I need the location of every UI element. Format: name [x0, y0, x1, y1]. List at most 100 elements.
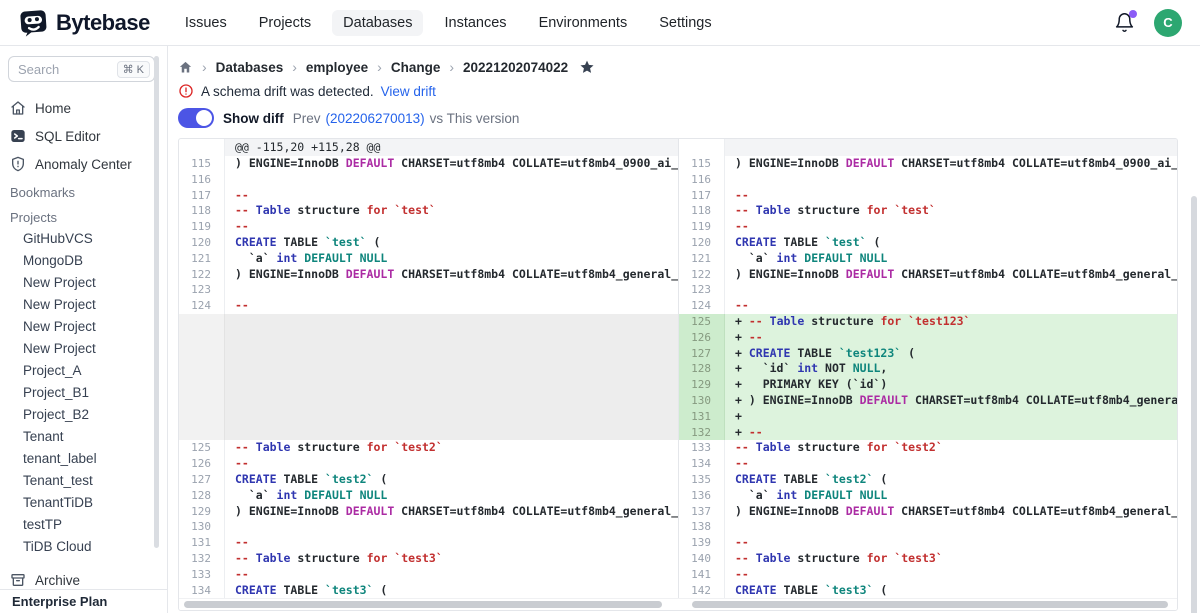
- line-number: 133: [179, 567, 225, 583]
- diff-row: [179, 314, 678, 330]
- diff-row: 127CREATE TABLE `test2` (: [179, 472, 678, 488]
- breadcrumb-separator: ›: [202, 59, 207, 75]
- diff-row: [179, 393, 678, 409]
- code-line: `a` int DEFAULT NULL: [725, 488, 1177, 504]
- sidebar-project-item[interactable]: GitHubVCS: [0, 228, 167, 250]
- search-placeholder: Search: [18, 62, 59, 77]
- code-line: @@ -115,20 +115,28 @@: [225, 139, 678, 156]
- breadcrumb-databases[interactable]: Databases: [216, 60, 284, 75]
- diff-row: 115) ENGINE=InnoDB DEFAULT CHARSET=utf8m…: [179, 156, 678, 172]
- line-number: 120: [179, 235, 225, 251]
- sidebar-project-item[interactable]: New Project: [0, 272, 167, 294]
- home-icon: [10, 100, 26, 116]
- nav-item-issues[interactable]: Issues: [174, 10, 238, 36]
- sidebar-project-item[interactable]: Project_A: [0, 360, 167, 382]
- diff-column-previous: @@ -115,20 +115,28 @@115) ENGINE=InnoDB …: [179, 139, 678, 598]
- sidebar-project-item[interactable]: TiDB Cloud: [0, 536, 167, 558]
- nav-item-databases[interactable]: Databases: [332, 10, 423, 36]
- line-number: 141: [679, 567, 725, 583]
- show-diff-toggle[interactable]: [178, 108, 214, 128]
- nav-item-instances[interactable]: Instances: [433, 10, 517, 36]
- breadcrumb-change[interactable]: Change: [391, 60, 441, 75]
- nav-item-environments[interactable]: Environments: [528, 10, 639, 36]
- code-line: -- Table structure for `test`: [225, 203, 678, 219]
- schema-diff-panel: @@ -115,20 +115,28 @@115) ENGINE=InnoDB …: [178, 138, 1178, 611]
- prev-version-link[interactable]: (202206270013): [326, 111, 425, 126]
- diff-row: 122) ENGINE=InnoDB DEFAULT CHARSET=utf8m…: [679, 267, 1177, 283]
- bookmark-star-icon[interactable]: [579, 59, 595, 75]
- notification-badge: [1129, 10, 1137, 18]
- line-number: 123: [679, 282, 725, 298]
- archive-icon: [10, 572, 26, 588]
- sidebar-item-sql-editor[interactable]: SQL Editor: [0, 122, 167, 150]
- diff-row: 141--: [679, 567, 1177, 583]
- plan-badge: Enterprise Plan: [0, 589, 167, 613]
- sidebar-project-item[interactable]: testTP: [0, 514, 167, 536]
- sidebar-project-item[interactable]: New Project: [0, 316, 167, 338]
- code-line: --: [225, 456, 678, 472]
- breadcrumb-home-icon[interactable]: [178, 60, 193, 75]
- code-line: `a` int DEFAULT NULL: [725, 251, 1177, 267]
- user-avatar[interactable]: C: [1154, 9, 1182, 37]
- sidebar-scrollbar[interactable]: [154, 56, 159, 548]
- sidebar-project-item[interactable]: TenantTiDB: [0, 492, 167, 514]
- line-number: 119: [179, 219, 225, 235]
- sidebar-project-item[interactable]: Tenant_test: [0, 470, 167, 492]
- view-drift-link[interactable]: View drift: [381, 84, 436, 99]
- diff-row: 129) ENGINE=InnoDB DEFAULT CHARSET=utf8m…: [179, 504, 678, 520]
- left-horizontal-scrollbar[interactable]: [184, 601, 662, 608]
- show-diff-label: Show diff: [223, 111, 284, 126]
- code-line: [225, 393, 678, 409]
- code-line: + `id` int NOT NULL,: [725, 361, 1177, 377]
- diff-row: 120CREATE TABLE `test` (: [179, 235, 678, 251]
- diff-row: 138: [679, 519, 1177, 535]
- nav-item-settings[interactable]: Settings: [648, 10, 722, 36]
- diff-row: 128+ `id` int NOT NULL,: [679, 361, 1177, 377]
- notification-bell-icon[interactable]: [1114, 12, 1136, 34]
- code-line: ) ENGINE=InnoDB DEFAULT CHARSET=utf8mb4 …: [225, 267, 678, 283]
- page-vertical-scrollbar[interactable]: [1191, 196, 1197, 613]
- diff-row: [179, 425, 678, 441]
- line-number: [179, 139, 225, 156]
- line-number: 129: [179, 504, 225, 520]
- code-line: [725, 519, 1177, 535]
- sidebar-project-item[interactable]: New Project: [0, 338, 167, 360]
- sidebar-item-label: Archive: [35, 573, 80, 588]
- sidebar-item-home[interactable]: Home: [0, 94, 167, 122]
- line-number: 127: [679, 346, 725, 362]
- right-horizontal-scrollbar[interactable]: [692, 601, 1168, 608]
- sidebar-item-anomaly-center[interactable]: Anomaly Center: [0, 150, 167, 178]
- code-line: [225, 377, 678, 393]
- line-number: 116: [679, 172, 725, 188]
- nav-item-projects[interactable]: Projects: [248, 10, 322, 36]
- bytebase-logo[interactable]: Bytebase: [18, 7, 150, 38]
- line-number: 127: [179, 472, 225, 488]
- line-number: 133: [679, 440, 725, 456]
- vs-this-version-label: vs This version: [430, 111, 520, 126]
- diff-row: [179, 377, 678, 393]
- diff-row: 120CREATE TABLE `test` (: [679, 235, 1177, 251]
- sidebar-project-item[interactable]: Project_B2: [0, 404, 167, 426]
- line-number: [179, 393, 225, 409]
- diff-row: 126+ --: [679, 330, 1177, 346]
- breadcrumb-version[interactable]: 20221202074022: [463, 60, 568, 75]
- bytebase-logo-icon: [18, 7, 49, 38]
- sidebar-project-item[interactable]: Tenant: [0, 426, 167, 448]
- sidebar-project-item[interactable]: tenant_label: [0, 448, 167, 470]
- breadcrumb-separator: ›: [292, 59, 297, 75]
- line-number: 140: [679, 551, 725, 567]
- code-line: ) ENGINE=InnoDB DEFAULT CHARSET=utf8mb4 …: [725, 504, 1177, 520]
- search-input[interactable]: Search ⌘ K: [8, 56, 155, 82]
- sidebar-project-item[interactable]: Project_B1: [0, 382, 167, 404]
- diff-row: 127+ CREATE TABLE `test123` (: [679, 346, 1177, 362]
- code-line: --: [725, 456, 1177, 472]
- line-number: 121: [179, 251, 225, 267]
- diff-row: [179, 361, 678, 377]
- diff-row: 125-- Table structure for `test2`: [179, 440, 678, 456]
- sidebar-project-item[interactable]: MongoDB: [0, 250, 167, 272]
- code-line: --: [725, 188, 1177, 204]
- line-number: 129: [679, 377, 725, 393]
- sidebar-project-item[interactable]: New Project: [0, 294, 167, 316]
- breadcrumb-employee[interactable]: employee: [306, 60, 368, 75]
- diff-row: 131+: [679, 409, 1177, 425]
